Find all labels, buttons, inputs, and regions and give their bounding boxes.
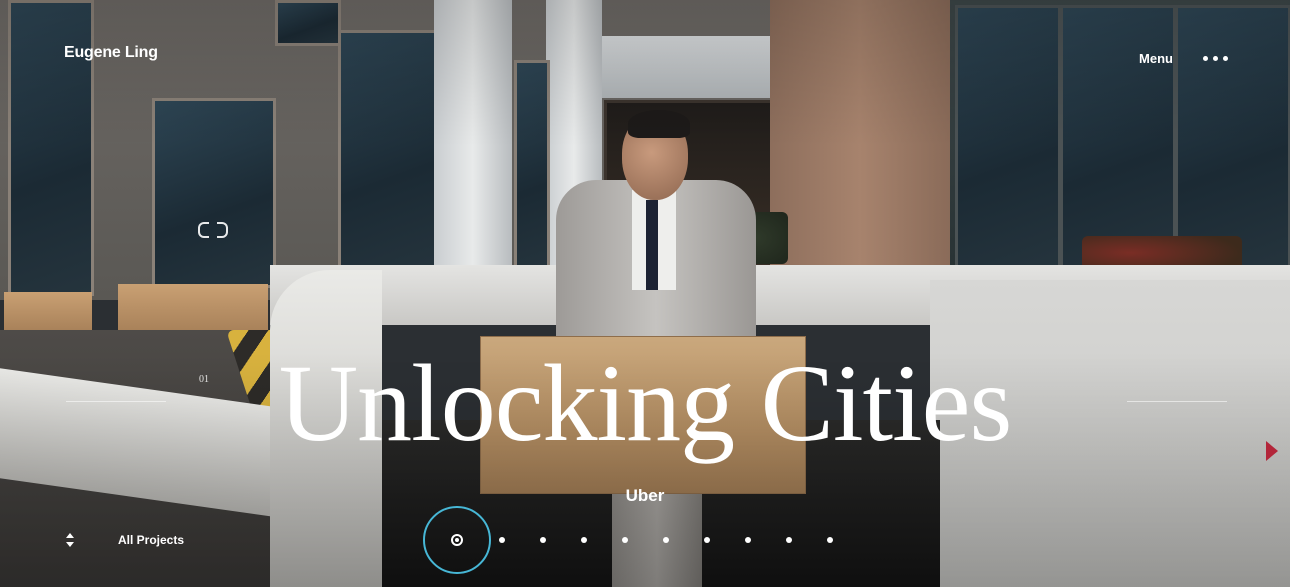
- brand-logo[interactable]: Eugene Ling: [64, 44, 158, 62]
- pagination-dot[interactable]: [827, 537, 833, 543]
- more-dots-icon: [1203, 56, 1228, 61]
- pagination-dot[interactable]: [581, 537, 587, 543]
- project-client: Uber: [625, 486, 665, 505]
- expand-brackets-icon: [198, 222, 228, 238]
- up-down-icon: [66, 533, 74, 547]
- pagination-dot[interactable]: [540, 537, 546, 543]
- menu-label: Menu: [1139, 51, 1173, 66]
- slide-pagination: [423, 504, 868, 576]
- active-dot-icon: [451, 534, 463, 546]
- pagination-dot[interactable]: [786, 537, 792, 543]
- all-projects-label: All Projects: [118, 533, 185, 547]
- pagination-dot[interactable]: [663, 537, 669, 543]
- menu-button[interactable]: Menu: [1139, 51, 1228, 66]
- pagination-dot[interactable]: [499, 537, 505, 543]
- pagination-dot[interactable]: [745, 537, 751, 543]
- pagination-dot-active[interactable]: [423, 506, 491, 574]
- all-projects-button[interactable]: All Projects: [66, 533, 184, 547]
- pagination-dot[interactable]: [622, 537, 628, 543]
- pagination-dot[interactable]: [704, 537, 710, 543]
- project-title[interactable]: Unlocking Cities: [0, 338, 1290, 468]
